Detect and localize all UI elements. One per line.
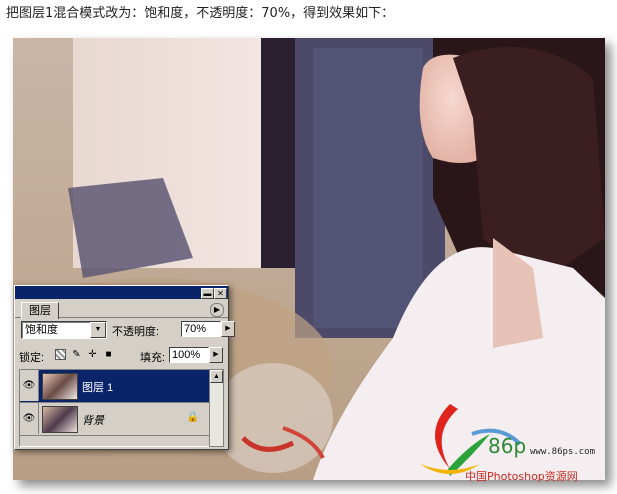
lock-pixels-brush-icon[interactable]: ✎: [71, 349, 82, 360]
lock-icon: 🔒: [186, 412, 199, 423]
watermark: 86p www.86ps.com 中国Photoshop资源网: [410, 384, 610, 484]
layers-panel: ▬ ✕ 图层 ▶ 饱和度 ▼ 不透明度: 70% ▶ 锁定: ✎ ✛ ■ 填充:…: [14, 285, 235, 450]
blend-mode-select[interactable]: 饱和度 ▼: [21, 321, 107, 339]
fill-label: 填充:: [140, 352, 166, 364]
eye-visibility-icon[interactable]: 👁: [20, 403, 39, 434]
panel-tab-row: 图层 ▶: [15, 300, 228, 319]
opacity-slider-icon[interactable]: ▶: [221, 321, 235, 337]
blend-opacity-row: 饱和度 ▼ 不透明度: 70% ▶: [21, 321, 235, 339]
lock-fill-row: 锁定: ✎ ✛ ■ 填充: 100% ▶: [19, 347, 224, 365]
lock-label: 锁定:: [19, 352, 45, 364]
layer-row-1[interactable]: 👁 图层 1: [20, 370, 209, 403]
minimize-icon[interactable]: ▬: [201, 288, 214, 299]
lock-all-icon[interactable]: ■: [103, 349, 114, 360]
layers-list: 👁 图层 1 👁 背景 🔒: [19, 369, 210, 447]
scroll-up-icon[interactable]: ▲: [210, 370, 223, 383]
layer-name: 图层 1: [82, 382, 114, 394]
opacity-label: 不透明度:: [112, 326, 160, 338]
layer-row-background[interactable]: 👁 背景 🔒: [20, 403, 209, 436]
tagline: 中国Photoshop资源网: [465, 470, 578, 483]
layer-name: 背景: [82, 415, 104, 427]
eye-visibility-icon[interactable]: 👁: [20, 370, 39, 401]
layers-scrollbar[interactable]: ▲: [209, 369, 224, 447]
logo-text: 86p: [488, 434, 527, 458]
layer-thumbnail: [42, 406, 78, 433]
lock-transparency-icon[interactable]: [55, 349, 66, 360]
layer-thumbnail: [42, 373, 78, 400]
lock-position-move-icon[interactable]: ✛: [87, 349, 98, 360]
caption-text: 把图层1混合模式改为：饱和度，不透明度：70%，得到效果如下：: [6, 6, 395, 21]
site-url: www.86ps.com: [530, 447, 596, 457]
panel-menu-icon[interactable]: ▶: [210, 303, 224, 317]
fill-slider-icon[interactable]: ▶: [209, 347, 223, 363]
blend-mode-value: 饱和度: [25, 324, 58, 336]
panel-titlebar[interactable]: ▬ ✕: [15, 286, 228, 299]
fill-input[interactable]: 100%: [169, 347, 209, 363]
tab-layers[interactable]: 图层: [21, 302, 59, 319]
close-icon[interactable]: ✕: [214, 288, 227, 299]
opacity-input[interactable]: 70%: [181, 321, 221, 337]
chevron-down-icon[interactable]: ▼: [90, 322, 106, 338]
